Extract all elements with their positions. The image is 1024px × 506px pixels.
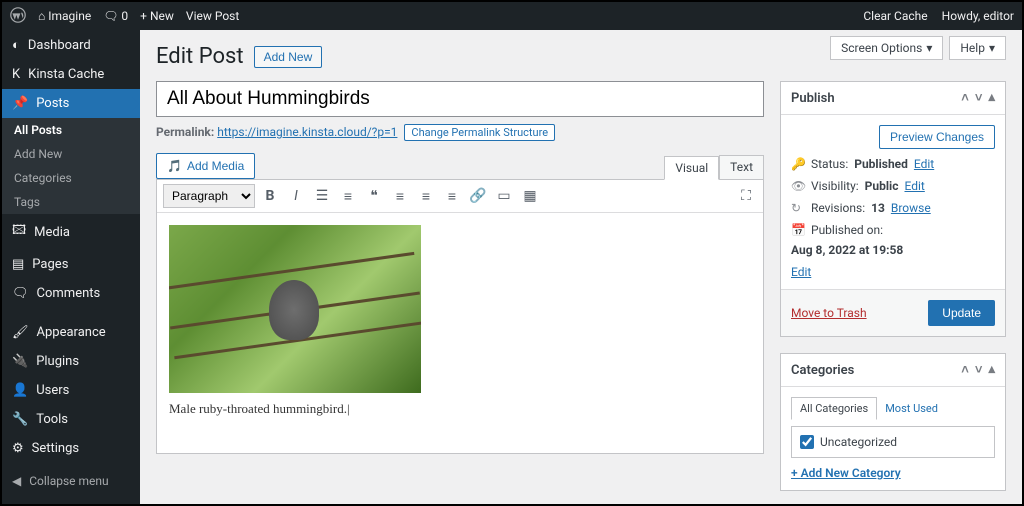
tab-most-used[interactable]: Most Used (877, 397, 946, 420)
sidebar-item-appearance[interactable]: 🖌Appearance (2, 318, 140, 347)
tab-all-categories[interactable]: All Categories (791, 397, 877, 420)
edit-status-link[interactable]: Edit (914, 157, 934, 171)
move-to-trash-link[interactable]: Move to Trash (791, 306, 867, 320)
align-right-button[interactable]: ≡ (441, 185, 463, 207)
revisions-icon: ↻ (791, 201, 805, 215)
category-uncategorized[interactable]: Uncategorized (800, 435, 986, 449)
wrench-icon: 🔧 (12, 412, 28, 427)
brush-icon: 🖌 (12, 325, 29, 340)
sidebar-item-plugins[interactable]: 🔌Plugins (2, 347, 140, 376)
pin-icon: 📌 (12, 96, 28, 111)
post-image[interactable] (169, 225, 421, 393)
new-link[interactable]: + New (140, 9, 174, 24)
align-center-button[interactable]: ≡ (415, 185, 437, 207)
calendar-icon: 📅 (791, 223, 805, 237)
collapse-menu[interactable]: ◀Collapse menu (2, 467, 140, 495)
kinsta-icon: K (12, 67, 20, 82)
box-up-icon[interactable]: ˄ (961, 362, 969, 378)
link-button[interactable]: 🔗 (467, 185, 489, 207)
chevron-down-icon: ▾ (926, 41, 932, 55)
italic-button[interactable]: I (285, 185, 307, 207)
add-new-category-link[interactable]: + Add New Category (791, 466, 901, 480)
clear-cache-link[interactable]: Clear Cache (863, 9, 927, 23)
tab-text[interactable]: Text (719, 155, 764, 179)
dashboard-icon: ◐ (12, 37, 20, 53)
sidebar-sub-all-posts[interactable]: All Posts (2, 118, 140, 142)
screen-options-button[interactable]: Screen Options ▾ (830, 36, 943, 60)
comments-icon: 🗨 (12, 286, 29, 301)
plug-icon: 🔌 (12, 354, 28, 369)
preview-changes-button[interactable]: Preview Changes (879, 125, 995, 149)
media-icon: 🖾 (12, 221, 26, 243)
post-title-input[interactable] (156, 81, 764, 117)
sidebar-item-posts[interactable]: 📌Posts (2, 89, 140, 118)
home-icon: ⌂ (38, 9, 45, 23)
ul-button[interactable]: ☰ (311, 185, 333, 207)
sidebar-item-dashboard[interactable]: ◐Dashboard (2, 30, 140, 60)
image-caption[interactable]: Male ruby-throated hummingbird.| (169, 401, 751, 417)
pages-icon: ▤ (12, 257, 24, 272)
sidebar-sub-categories[interactable]: Categories (2, 166, 140, 190)
page-title: Edit Post (156, 44, 244, 69)
sidebar-item-users[interactable]: 👤Users (2, 376, 140, 405)
sliders-icon: ⚙ (12, 441, 24, 456)
publish-box-title: Publish (791, 91, 835, 106)
edit-date-link[interactable]: Edit (791, 265, 811, 279)
howdy-link[interactable]: Howdy, editor (942, 9, 1014, 23)
add-new-button[interactable]: Add New (254, 46, 323, 68)
box-down-icon[interactable]: ˅ (975, 362, 983, 378)
sidebar-item-settings[interactable]: ⚙Settings (2, 434, 140, 463)
chevron-down-icon: ▾ (989, 41, 995, 55)
permalink-url[interactable]: https://imagine.kinsta.cloud/?p=1 (217, 125, 397, 139)
format-select[interactable]: Paragraph (163, 184, 255, 208)
box-up-icon[interactable]: ˄ (961, 90, 969, 106)
view-post-link[interactable]: View Post (186, 9, 239, 23)
bold-button[interactable]: B (259, 185, 281, 207)
help-button[interactable]: Help ▾ (949, 36, 1006, 60)
change-permalink-button[interactable]: Change Permalink Structure (404, 124, 555, 141)
collapse-icon: ◀ (12, 474, 21, 488)
sidebar-item-kinsta[interactable]: KKinsta Cache (2, 60, 140, 89)
add-media-button[interactable]: 🎵Add Media (156, 153, 255, 179)
key-icon: 🔑 (791, 157, 805, 171)
plus-icon: + (140, 9, 147, 23)
tab-visual[interactable]: Visual (664, 156, 719, 180)
category-checkbox[interactable] (800, 435, 814, 449)
more-button[interactable]: ▭ (493, 185, 515, 207)
site-link[interactable]: ⌂ Imagine (38, 9, 91, 24)
sidebar-sub-add-new[interactable]: Add New (2, 142, 140, 166)
browse-revisions-link[interactable]: Browse (891, 201, 931, 215)
comments-link[interactable]: 🗨 0 (103, 9, 128, 24)
wordpress-logo-icon[interactable] (10, 7, 26, 26)
box-toggle-icon[interactable]: ▴ (988, 362, 995, 378)
sidebar-item-media[interactable]: 🖾Media (2, 214, 140, 250)
sidebar-item-pages[interactable]: ▤Pages (2, 250, 140, 279)
sidebar-item-comments[interactable]: 🗨Comments (2, 279, 140, 308)
toolbar-toggle-button[interactable]: ▦ (519, 185, 541, 207)
box-down-icon[interactable]: ˅ (975, 90, 983, 106)
update-button[interactable]: Update (928, 300, 995, 326)
comment-icon: 🗨 (103, 9, 118, 23)
user-icon: 👤 (12, 383, 28, 398)
permalink-label: Permalink: (156, 125, 214, 139)
eye-icon: 👁 (791, 179, 805, 193)
categories-box-title: Categories (791, 363, 854, 378)
editor-content[interactable]: Male ruby-throated hummingbird.| (157, 213, 763, 453)
box-toggle-icon[interactable]: ▴ (988, 90, 995, 106)
align-left-button[interactable]: ≡ (389, 185, 411, 207)
ol-button[interactable]: ≡ (337, 185, 359, 207)
sidebar-sub-tags[interactable]: Tags (2, 190, 140, 214)
blockquote-button[interactable]: ❝ (363, 185, 385, 207)
fullscreen-button[interactable]: ⛶ (735, 185, 757, 207)
sidebar-item-tools[interactable]: 🔧Tools (2, 405, 140, 434)
edit-visibility-link[interactable]: Edit (904, 179, 924, 193)
music-icon: 🎵 (167, 159, 182, 173)
